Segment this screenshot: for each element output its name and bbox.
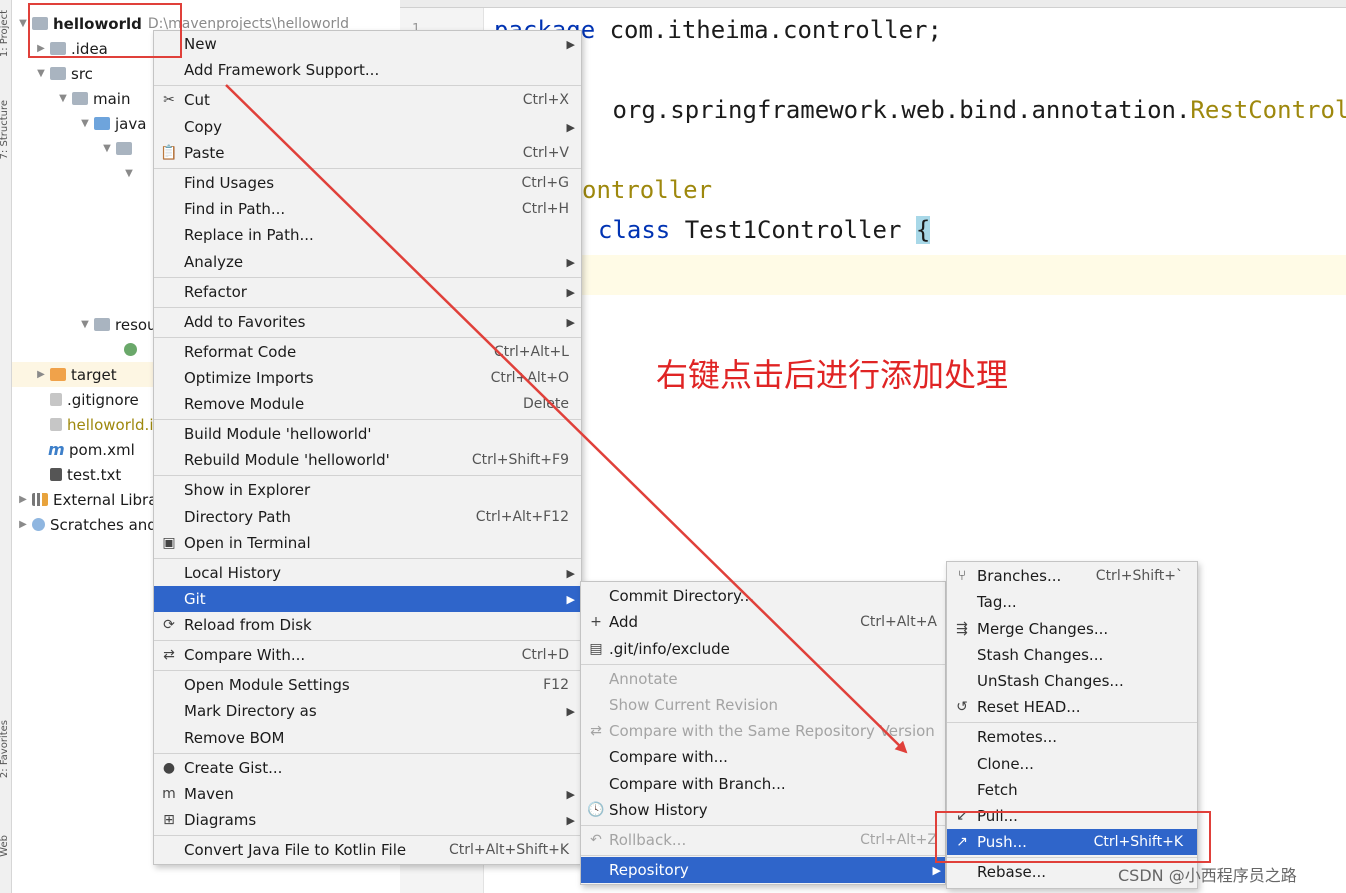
highlight-box-project-root — [28, 3, 182, 58]
highlight-box-push — [935, 811, 1211, 863]
red-arrow-line — [225, 84, 908, 754]
red-arrow-overlay — [225, 84, 908, 754]
watermark: CSDN @小西程序员之路 — [1118, 866, 1297, 885]
